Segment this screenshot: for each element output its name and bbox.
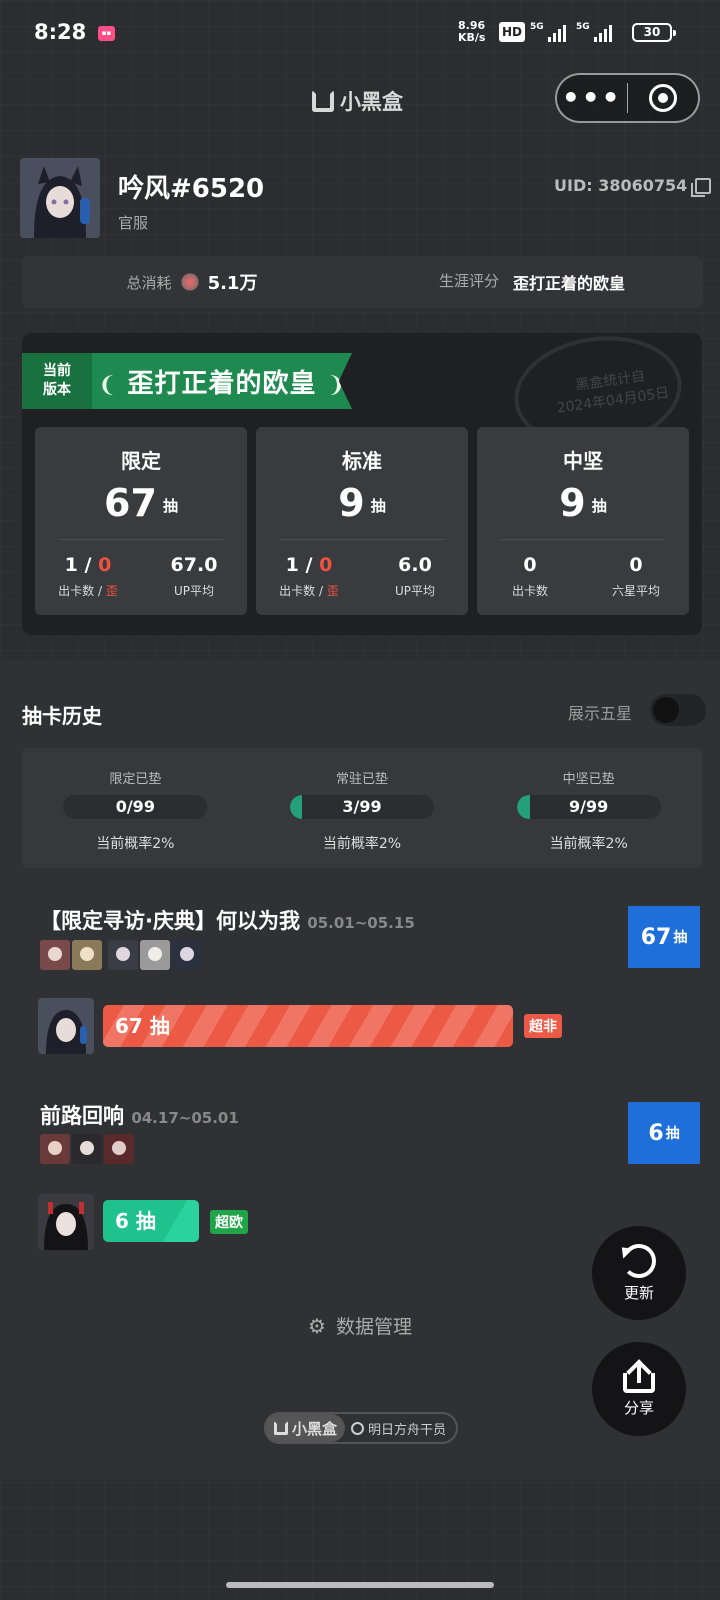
pity-standard: 常驻已垫 3/99 当前概率2%	[249, 748, 476, 868]
gear-icon: ⚙	[308, 1313, 326, 1338]
banner-pull-count: 67 抽	[628, 906, 700, 968]
laurel-right-icon: ❩	[326, 372, 346, 398]
share-button[interactable]: 分享	[592, 1342, 686, 1436]
operator-thumb	[72, 940, 102, 970]
originium-icon	[179, 272, 200, 292]
notification-app-icon: ▪▪	[98, 26, 115, 41]
uid-copy[interactable]: UID: 38060754	[554, 176, 712, 197]
share-icon	[623, 1358, 655, 1393]
show-five-star-toggle[interactable]	[650, 694, 706, 726]
more-button[interactable]: •••	[557, 84, 627, 112]
miniprogram-capsule: •••	[555, 73, 700, 123]
career-rating: 生涯评分 歪打正着的欧皇	[438, 272, 626, 293]
operator-thumb	[40, 1134, 70, 1164]
username: 吟风#6520	[118, 174, 265, 204]
pity-progress-bar: 3/99	[290, 795, 434, 819]
avatar	[20, 158, 100, 238]
total-spend: 总消耗 5.1万	[126, 272, 258, 294]
brand-logo-icon	[274, 1421, 288, 1435]
refresh-button[interactable]: 更新	[592, 1226, 686, 1320]
pull-bar-good: 6 抽	[103, 1200, 199, 1242]
signal-icon: 5G	[530, 22, 566, 42]
uid-text: UID: 38060754	[554, 176, 688, 195]
pool-midtier: 中坚 9抽 0 出卡数 0 六星平均	[477, 427, 689, 615]
operator-thumb	[72, 1134, 102, 1164]
pool-standard: 标准 9抽 1 / 0 出卡数 / 歪 6.0 UP平均	[256, 427, 468, 615]
banner-title: 【限定寻访·庆典】何以为我 05.01~05.15	[40, 909, 415, 933]
close-miniprogram-button[interactable]	[628, 84, 698, 112]
status-time: 8:28	[34, 20, 87, 44]
banner-title: 前路回响 04.17~05.01	[40, 1104, 239, 1128]
data-management-link[interactable]: ⚙ 数据管理	[0, 1312, 720, 1339]
pity-counters: 限定已垫 0/99 当前概率2% 常驻已垫 3/99 当前概率2% 中坚已垫 9…	[22, 748, 702, 868]
pity-progress-bar: 0/99	[63, 795, 208, 819]
laurel-left-icon: ❨	[97, 372, 118, 398]
show-five-star-label: 展示五星	[568, 704, 633, 723]
pool-limited: 限定 67 抽 1 / 0 出卡数 / 歪 67.0 UP平均	[35, 427, 247, 615]
network-speed: 8.96 KB/s	[458, 19, 486, 44]
pity-midtier: 中坚已垫 9/99 当前概率2%	[475, 748, 702, 868]
ribbon-title: ❨ 歪打正着的欧皇 ❩	[97, 368, 346, 399]
footer-tag: 明日方舟干员	[345, 1419, 456, 1438]
stats-card: 黑盒统计自 2024年04月05日 当前 版本 ❨ 歪打正着的欧皇 ❩ 限定 6…	[22, 333, 702, 635]
operator-thumb	[40, 940, 70, 970]
version-ribbon: 当前 版本 ❨ 歪打正着的欧皇 ❩	[22, 353, 352, 409]
banner-operators	[40, 1134, 134, 1164]
result-tag: 超欧	[210, 1210, 248, 1234]
pity-limited: 限定已垫 0/99 当前概率2%	[22, 748, 249, 868]
hd-voice-icon: HD	[499, 22, 526, 42]
footer-badge: 小黑盒 明日方舟干员	[264, 1412, 459, 1444]
footer-brand: 小黑盒	[266, 1414, 346, 1442]
operator-thumb	[172, 940, 202, 970]
home-indicator[interactable]	[226, 1582, 494, 1588]
operator-avatar	[38, 998, 94, 1054]
refresh-icon	[622, 1243, 656, 1278]
banner-operators	[40, 940, 202, 970]
banner-date: 04.17~05.01	[131, 1109, 239, 1127]
pull-bar-bad: 67 抽	[103, 1005, 513, 1047]
operator-thumb	[108, 940, 138, 970]
result-tag: 超非	[524, 1014, 562, 1038]
server-label: 官服	[118, 214, 149, 232]
pity-progress-bar: 9/99	[516, 795, 661, 819]
history-title: 抽卡历史	[22, 704, 102, 728]
search-icon	[351, 1421, 365, 1435]
brand-logo-icon	[312, 90, 334, 112]
operator-thumb	[104, 1134, 134, 1164]
operator-avatar	[38, 1194, 94, 1250]
ribbon-tag: 当前 版本	[22, 353, 92, 409]
banner-pull-count: 6抽	[628, 1102, 700, 1164]
target-icon	[649, 84, 678, 112]
summary-bar: 总消耗 5.1万 生涯评分 歪打正着的欧皇	[22, 256, 702, 308]
signal-icon-2: 5G	[576, 22, 612, 42]
app-brand: 小黑盒	[312, 86, 403, 116]
operator-thumb	[140, 940, 170, 970]
copy-icon[interactable]	[691, 177, 712, 197]
battery-icon: 30	[632, 23, 676, 42]
banner-date: 05.01~05.15	[307, 914, 415, 932]
